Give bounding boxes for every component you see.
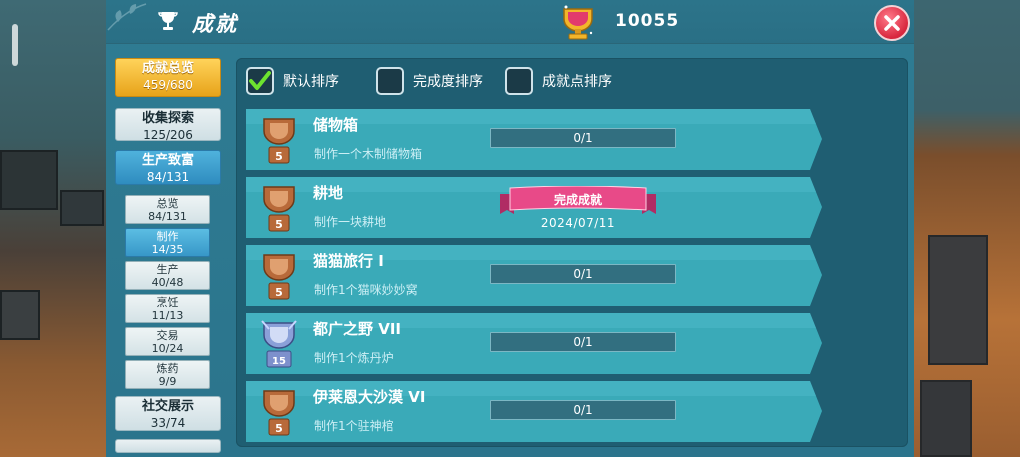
sort-completion-checkbox[interactable]: [376, 67, 404, 95]
achievement-row[interactable]: 5 伊莱恩大沙漠 VI 制作1个驻神棺 0/1: [246, 381, 822, 442]
achievement-description: 制作一个木制储物箱: [314, 147, 423, 161]
progress-bar: 0/1: [490, 128, 676, 148]
category-label: 生产致富: [141, 153, 194, 168]
category-label: 收集探索: [141, 111, 194, 126]
subcategory-production[interactable]: 生产 40/48: [125, 261, 210, 290]
medal-points: 5: [275, 218, 283, 231]
achievement-description: 制作1个驻神棺: [314, 419, 394, 433]
achievement-panel: 成就 10055 成就总览 459/680 收集探索 125/206 生产致富 …: [106, 0, 914, 457]
sort-default-label: 默认排序: [283, 74, 339, 90]
sort-completion-label: 完成度排序: [413, 74, 483, 90]
category-count: 125/206: [143, 128, 193, 142]
category-more-button[interactable]: [115, 439, 221, 453]
progress-text: 0/1: [573, 403, 593, 417]
bronze-medal-icon: 5: [263, 118, 295, 164]
category-count: 84/131: [146, 170, 190, 184]
achievement-row[interactable]: 5 储物箱 制作一个木制储物箱 0/1: [246, 109, 822, 170]
trophy-icon: [158, 12, 178, 30]
achievement-description: 制作1个猫咪妙妙窝: [314, 283, 418, 297]
subcategory-label: 制作: [156, 230, 179, 243]
progress-text: 0/1: [573, 131, 593, 145]
bronze-medal-icon: 5: [263, 390, 295, 436]
category-collect-explore-button[interactable]: 收集探索 125/206: [115, 108, 221, 142]
close-icon: [884, 15, 900, 31]
sort-completion[interactable]: 完成度排序: [376, 66, 483, 96]
subcategory-crafting[interactable]: 制作 14/35: [125, 228, 210, 257]
subcategory-count: 9/9: [158, 375, 177, 388]
sort-points[interactable]: 成就点排序: [505, 66, 612, 96]
sort-default[interactable]: 默认排序: [246, 66, 339, 96]
achievement-name: 猫猫旅行 I: [313, 252, 384, 270]
subcategory-alchemy[interactable]: 炼药 9/9: [125, 360, 210, 389]
sort-points-checkbox[interactable]: [505, 67, 533, 95]
category-sidebar: 成就总览 459/680 收集探索 125/206 生产致富 84/131 总览…: [106, 52, 231, 457]
progress-text: 0/1: [573, 267, 593, 281]
subcategory-count: 14/35: [151, 243, 184, 256]
category-social-button[interactable]: 社交展示 33/74: [115, 396, 221, 431]
progress-text: 0/1: [573, 335, 593, 349]
subcategory-label: 炼药: [156, 362, 179, 375]
progress-bar: 0/1: [490, 264, 676, 284]
subcategory-count: 10/24: [151, 342, 184, 355]
subcategory-label: 总览: [156, 197, 179, 210]
subcategory-overview[interactable]: 总览 84/131: [125, 195, 210, 224]
achievement-name: 都广之野 VII: [313, 320, 401, 338]
progress-bar: 0/1: [490, 332, 676, 352]
sort-default-checkbox[interactable]: [246, 67, 274, 95]
completed-date: 2024/07/11: [540, 216, 616, 230]
page-title: 成就: [192, 12, 238, 36]
achievement-name: 伊莱恩大沙漠 VI: [313, 388, 426, 406]
medal-points: 5: [275, 422, 283, 435]
achievement-row[interactable]: 15 都广之野 VII 制作1个炼丹炉 0/1: [246, 313, 822, 374]
subcategory-count: 40/48: [151, 276, 184, 289]
subcategory-label: 生产: [156, 263, 179, 276]
category-production-button[interactable]: 生产致富 84/131: [115, 150, 221, 185]
achievement-name: 储物箱: [313, 116, 359, 134]
category-label: 社交展示: [141, 399, 194, 414]
sort-options: 默认排序 完成度排序 成就点排序: [246, 66, 906, 96]
sort-points-label: 成就点排序: [542, 74, 612, 90]
background-scene-right: [914, 0, 1020, 457]
achievement-points-trophy-icon: [563, 5, 593, 40]
checkmark-icon: [249, 71, 271, 90]
header-bar: 成就 10055: [106, 0, 914, 44]
achievement-row[interactable]: 5 猫猫旅行 I 制作1个猫咪妙妙窝 0/1: [246, 245, 822, 306]
side-drag-handle[interactable]: [12, 24, 18, 66]
achievement-row[interactable]: 5 耕地 制作一块耕地 完成成就 2024/07/11: [246, 177, 822, 238]
bronze-medal-icon: 5: [263, 254, 295, 300]
bronze-medal-icon: 5: [263, 186, 295, 232]
category-count: 33/74: [150, 416, 186, 430]
category-count: 459/680: [143, 78, 193, 92]
subcategory-count: 84/131: [148, 210, 187, 223]
completed-label: 完成成就: [553, 193, 602, 207]
achievement-list-panel: 默认排序 完成度排序 成就点排序 5 储物箱 制作一个木制储物箱 0/1 5 耕…: [236, 58, 908, 447]
achievement-score: 10055: [615, 11, 680, 31]
subcategory-trading[interactable]: 交易 10/24: [125, 327, 210, 356]
medal-points: 15: [272, 356, 286, 367]
subcategory-label: 烹饪: [156, 296, 179, 309]
silver-medal-icon: 15: [261, 320, 297, 368]
subcategory-cooking[interactable]: 烹饪 11/13: [125, 294, 210, 323]
subcategory-label: 交易: [156, 329, 179, 342]
category-overview-button[interactable]: 成就总览 459/680: [115, 58, 221, 97]
achievement-description: 制作一块耕地: [314, 215, 387, 229]
medal-points: 5: [275, 286, 283, 299]
achievement-description: 制作1个炼丹炉: [314, 351, 394, 365]
achievement-name: 耕地: [313, 184, 344, 202]
close-button[interactable]: [874, 5, 910, 41]
background-scene-left: [0, 0, 106, 457]
progress-bar: 0/1: [490, 400, 676, 420]
medal-points: 5: [275, 150, 283, 163]
subcategory-count: 11/13: [151, 309, 184, 322]
category-label: 成就总览: [141, 61, 194, 76]
